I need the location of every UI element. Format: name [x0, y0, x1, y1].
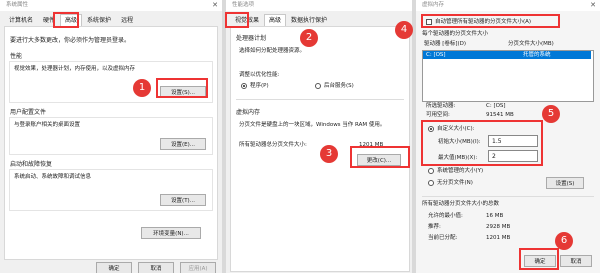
apply-button[interactable]: 应用(A): [180, 262, 216, 273]
each-drive-label: 每个驱动器的分页文件大小: [422, 31, 489, 37]
startup-recovery-title: 启动和故障恢复: [10, 161, 53, 168]
performance-options-window: 性能选项 视觉效果 高级 数据执行保护 处理器计划 选择如何分配处理器资源。 调…: [226, 0, 412, 273]
close-icon[interactable]: ✕: [590, 0, 596, 11]
window-title: 系统属性: [6, 2, 29, 8]
free-space-value: 91541 MB: [486, 112, 514, 118]
startup-settings-button[interactable]: 设置(T)...: [160, 194, 206, 206]
drive-row-name: C: [OS]: [426, 52, 446, 58]
set-button[interactable]: 设置(S): [546, 177, 584, 189]
tab-panel: 要进行大多数更改，你必须作为管理员登录。 性能 视觉效果，处理器计划，内存使用，…: [4, 26, 218, 260]
step-badge-6: 6: [555, 232, 573, 250]
highlight-settings-button: [156, 78, 208, 98]
window-title-bar: 性能选项: [226, 0, 412, 11]
virtual-memory-title: 虚拟内存: [236, 109, 261, 116]
window-title-bar: 系统属性 ✕: [0, 0, 222, 11]
window-title: 性能选项: [232, 2, 255, 8]
window-title: 虚拟内存: [422, 2, 445, 8]
performance-title: 性能: [10, 53, 23, 60]
environment-variables-button[interactable]: 环境变量(N)...: [141, 227, 201, 239]
divider: [422, 196, 594, 197]
column-drive: 驱动器 [卷标](D): [424, 41, 467, 47]
drive-list[interactable]: C: [OS] 托管的系统: [422, 50, 594, 102]
highlight-auto-manage: [421, 14, 560, 28]
step-badge-4: 4: [395, 21, 413, 39]
optimize-label: 调整以优化性能:: [239, 72, 280, 78]
highlight-advanced-tab: [53, 12, 79, 28]
selected-drive-value: C: [OS]: [486, 103, 506, 109]
recommended-value: 2928 MB: [486, 224, 511, 230]
divider: [236, 99, 404, 100]
total-paging-label: 所有驱动器总分页文件大小:: [239, 142, 307, 148]
processor-scheduling-desc: 选择如何分配处理器资源。: [239, 48, 306, 54]
cancel-button[interactable]: 取消: [138, 262, 174, 273]
background-services-radio[interactable]: [315, 83, 321, 89]
user-profiles-settings-button[interactable]: 设置(E)...: [160, 138, 206, 150]
performance-desc: 视觉效果，处理器计划，内存使用，以及虚拟内存: [14, 66, 136, 72]
startup-recovery-desc: 系统启动、系统故障和调试信息: [14, 174, 92, 180]
admin-note: 要进行大多数更改，你必须作为管理员登录。: [10, 37, 131, 44]
drive-row-size: 托管的系统: [523, 52, 551, 58]
user-profiles-title: 用户配置文件: [10, 109, 47, 116]
drive-row-selected[interactable]: C: [OS] 托管的系统: [423, 51, 591, 59]
no-paging-label: 无分页文件(N): [437, 180, 473, 186]
free-space-label: 可用空间:: [426, 112, 450, 118]
current-allocated-label: 当前已分配:: [428, 235, 458, 241]
current-allocated-value: 1201 MB: [486, 235, 511, 241]
column-size: 分页文件大小(MB): [508, 41, 554, 47]
highlight-advanced-tab-2: [225, 12, 249, 28]
programs-radio[interactable]: [241, 83, 247, 89]
system-managed-label: 系统管理的大小(Y): [437, 168, 484, 174]
min-allowed-label: 允许的最小值:: [428, 213, 463, 219]
total-title: 所有驱动器分页文件大小的总数: [422, 201, 500, 207]
selected-drive-label: 所选驱动器:: [426, 103, 456, 109]
highlight-custom-size: [421, 120, 543, 166]
step-badge-2: 2: [300, 29, 318, 47]
window-title-bar: 虚拟内存 ✕: [416, 0, 600, 11]
background-services-label: 后台服务(S): [324, 83, 354, 89]
close-icon[interactable]: ✕: [212, 0, 218, 11]
step-badge-3: 3: [320, 145, 338, 163]
processor-scheduling-title: 处理器计划: [236, 35, 267, 42]
step-badge-5: 5: [542, 105, 560, 123]
startup-recovery-group: 系统启动、系统故障和调试信息 设置(T)...: [9, 169, 213, 211]
highlight-ok-button: [519, 248, 559, 270]
ok-button[interactable]: 确定: [96, 262, 132, 273]
user-profiles-desc: 与登录账户相关的桌面设置: [14, 122, 81, 128]
cancel-button[interactable]: 取消: [560, 255, 592, 267]
min-allowed-value: 16 MB: [486, 213, 504, 219]
highlight-change-button: [350, 146, 410, 168]
user-profiles-group: 与登录账户相关的桌面设置 设置(E)...: [9, 117, 213, 155]
virtual-memory-desc: 分页文件是硬盘上的一块区域，Windows 当作 RAM 使用。: [239, 122, 386, 128]
step-badge-1: 1: [133, 79, 151, 97]
system-managed-radio[interactable]: [428, 168, 434, 174]
system-properties-window: 系统属性 ✕ 计算机名 硬件 高级 系统保护 远程 要进行大多数更改，你必须作为管…: [0, 0, 222, 273]
programs-label: 程序(P): [250, 83, 269, 89]
no-paging-radio[interactable]: [428, 180, 434, 186]
recommended-label: 推荐:: [428, 224, 441, 230]
